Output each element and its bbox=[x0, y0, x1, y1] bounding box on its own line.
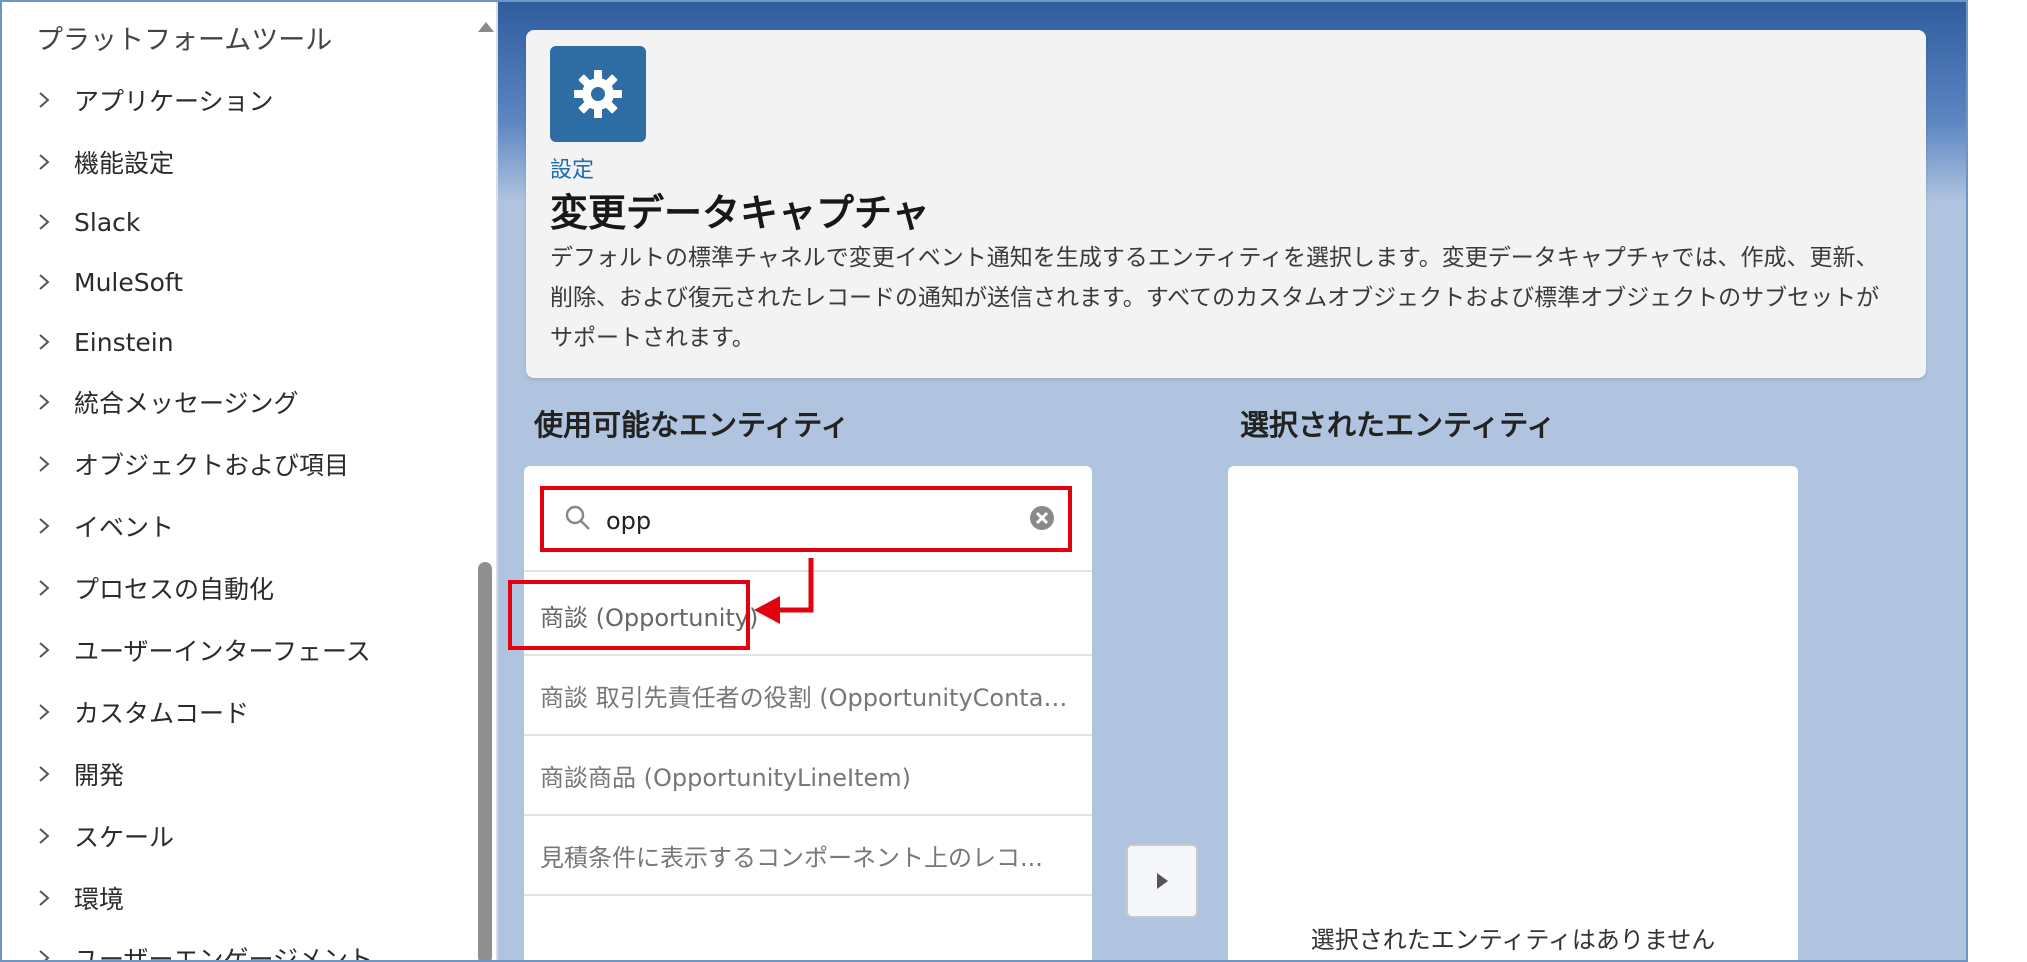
list-item-label: 商談 取引先責任者の役割 (OpportunityContac... bbox=[540, 683, 1070, 712]
chevron-right-icon bbox=[36, 332, 70, 352]
selected-entities-panel: 選択されたエンティティはありません bbox=[1228, 466, 1798, 960]
chevron-right-icon bbox=[36, 826, 70, 846]
chevron-right-icon bbox=[36, 578, 70, 598]
sidebar-item-custom-code[interactable]: カスタムコード bbox=[36, 692, 249, 732]
list-item[interactable]: 商談 取引先責任者の役割 (OpportunityContac... bbox=[524, 656, 1092, 734]
sidebar-item-development[interactable]: 開発 bbox=[36, 754, 124, 794]
search-icon bbox=[565, 505, 590, 530]
move-to-selected-button[interactable] bbox=[1126, 844, 1198, 918]
sidebar-item-environments[interactable]: 環境 bbox=[36, 878, 124, 918]
sidebar-scroll-thumb[interactable] bbox=[478, 562, 492, 960]
sidebar-item-objects-and-fields[interactable]: オブジェクトおよび項目 bbox=[36, 444, 349, 484]
page-header-card: 設定 変更データキャプチャ デフォルトの標準チャネルで変更イベント通知を生成する… bbox=[526, 30, 1926, 378]
page-title: 変更データキャプチャ bbox=[550, 191, 930, 235]
list-item-label: 見積条件に表示するコンポーネント上のレコ... bbox=[540, 843, 1043, 872]
sidebar-item-label: オブジェクトおよび項目 bbox=[74, 451, 350, 480]
highlight-box-opportunity bbox=[508, 580, 750, 650]
sidebar-item-feature-settings[interactable]: 機能設定 bbox=[36, 142, 174, 182]
divider bbox=[524, 570, 1092, 572]
empty-state-message: 選択されたエンティティはありません bbox=[1310, 926, 1716, 954]
sidebar-item-mulesoft[interactable]: MuleSoft bbox=[36, 262, 183, 302]
chevron-right-icon bbox=[36, 392, 70, 412]
sidebar-item-label: Slack bbox=[74, 207, 141, 237]
sidebar-item-label: 開発 bbox=[74, 761, 125, 790]
sidebar-item-label: ユーザーインターフェース bbox=[74, 637, 371, 666]
page-description: デフォルトの標準チャネルで変更イベント通知を生成するエンティティを選択します。変… bbox=[550, 245, 1880, 351]
scroll-up-arrow-icon[interactable] bbox=[478, 22, 494, 32]
sidebar-item-label: アプリケーション bbox=[74, 87, 274, 116]
sidebar-item-label: Einstein bbox=[74, 327, 174, 357]
sidebar-item-label: イベント bbox=[74, 513, 175, 542]
gear-icon bbox=[574, 70, 622, 118]
chevron-right-icon bbox=[36, 454, 70, 474]
chevron-right-icon bbox=[36, 888, 70, 908]
available-entities-heading: 使用可能なエンティティ bbox=[534, 408, 850, 442]
chevron-right-icon bbox=[36, 90, 70, 110]
sidebar-item-slack[interactable]: Slack bbox=[36, 202, 140, 242]
breadcrumb[interactable]: 設定 bbox=[550, 152, 594, 184]
chevron-right-icon bbox=[36, 212, 70, 232]
setup-sidebar: プラットフォームツール アプリケーション 機能設定 Slack MuleSoft… bbox=[2, 2, 498, 962]
sidebar-item-label: MuleSoft bbox=[74, 267, 184, 297]
chevron-right-icon bbox=[36, 764, 70, 784]
divider bbox=[524, 894, 1092, 896]
sidebar-item-process-automation[interactable]: プロセスの自動化 bbox=[36, 568, 274, 608]
triangle-right-icon bbox=[1157, 873, 1168, 889]
sidebar-item-user-engagement[interactable]: ユーザーエンゲージメント bbox=[36, 938, 374, 962]
search-input[interactable] bbox=[604, 502, 1008, 540]
chevron-right-icon bbox=[36, 152, 70, 172]
chevron-right-icon bbox=[36, 272, 70, 292]
list-item-label: 商談商品 (OpportunityLineItem) bbox=[540, 763, 912, 792]
available-entities-panel: 商談 (Opportunity) 商談 取引先責任者の役割 (Opportuni… bbox=[524, 466, 1092, 960]
sidebar-item-user-interface[interactable]: ユーザーインターフェース bbox=[36, 630, 371, 670]
clear-icon[interactable] bbox=[1028, 504, 1056, 532]
sidebar-item-scale[interactable]: スケール bbox=[36, 816, 174, 856]
sidebar-item-label: スケール bbox=[74, 823, 175, 852]
sidebar-item-label: 機能設定 bbox=[74, 149, 175, 178]
chevron-right-icon bbox=[36, 702, 70, 722]
chevron-right-icon bbox=[36, 516, 70, 536]
window-frame: プラットフォームツール アプリケーション 機能設定 Slack MuleSoft… bbox=[0, 0, 1968, 962]
sidebar-item-label: カスタムコード bbox=[74, 699, 250, 728]
setup-gear-tile bbox=[550, 46, 646, 142]
sidebar-item-applications[interactable]: アプリケーション bbox=[36, 80, 274, 120]
sidebar-item-unified-messaging[interactable]: 統合メッセージング bbox=[36, 382, 299, 422]
main-content: 設定 変更データキャプチャ デフォルトの標準チャネルで変更イベント通知を生成する… bbox=[498, 2, 1966, 960]
entity-search-box[interactable] bbox=[540, 486, 1072, 552]
sidebar-item-label: ユーザーエンゲージメント bbox=[74, 945, 374, 962]
sidebar-item-label: 統合メッセージング bbox=[74, 389, 299, 418]
sidebar-item-einstein[interactable]: Einstein bbox=[36, 322, 174, 362]
sidebar-item-events[interactable]: イベント bbox=[36, 506, 174, 546]
sidebar-section-header: プラットフォームツール bbox=[36, 25, 333, 56]
sidebar-item-label: 環境 bbox=[74, 885, 125, 914]
list-item[interactable]: 商談商品 (OpportunityLineItem) bbox=[524, 736, 1092, 814]
chevron-right-icon bbox=[36, 948, 70, 960]
sidebar-item-label: プロセスの自動化 bbox=[74, 575, 275, 604]
list-item[interactable]: 見積条件に表示するコンポーネント上のレコ... bbox=[524, 816, 1092, 894]
selected-entities-heading: 選択されたエンティティ bbox=[1240, 408, 1556, 442]
chevron-right-icon bbox=[36, 640, 70, 660]
